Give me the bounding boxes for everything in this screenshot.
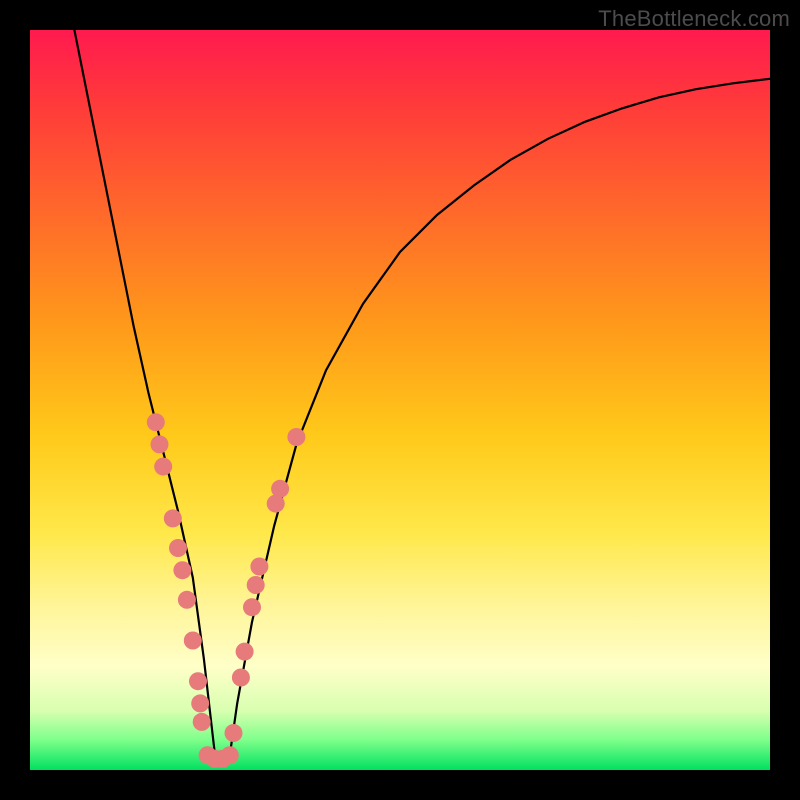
data-marker — [243, 598, 261, 616]
data-marker — [147, 413, 165, 431]
data-marker — [184, 632, 202, 650]
data-marker — [178, 591, 196, 609]
data-marker — [173, 561, 191, 579]
data-marker — [236, 643, 254, 661]
data-marker — [164, 509, 182, 527]
data-marker — [225, 724, 243, 742]
chart-svg — [30, 30, 770, 770]
data-marker — [221, 746, 239, 764]
data-marker — [287, 428, 305, 446]
data-marker — [271, 480, 289, 498]
data-marker — [232, 669, 250, 687]
data-marker — [169, 539, 187, 557]
plot-area — [30, 30, 770, 770]
watermark-text: TheBottleneck.com — [598, 6, 790, 32]
data-marker — [193, 713, 211, 731]
chart-frame: TheBottleneck.com — [0, 0, 800, 800]
data-marker — [250, 558, 268, 576]
data-marker — [151, 435, 169, 453]
bottleneck-curve-path — [74, 30, 770, 755]
data-marker — [191, 694, 209, 712]
marker-layer — [147, 413, 306, 768]
data-marker — [247, 576, 265, 594]
data-marker — [154, 458, 172, 476]
data-marker — [189, 672, 207, 690]
